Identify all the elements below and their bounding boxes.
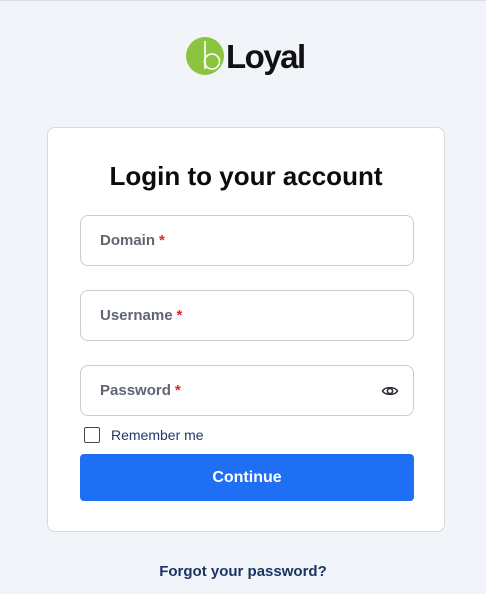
page-title: Login to your account — [109, 161, 383, 191]
username-field[interactable]: Username * — [80, 290, 414, 341]
logo-wordmark: Loyal — [226, 38, 306, 75]
eye-icon[interactable] — [381, 382, 399, 400]
domain-field[interactable]: Domain * — [80, 215, 414, 266]
required-asterisk: * — [159, 232, 165, 249]
logo-mark — [186, 37, 224, 75]
remember-me-label[interactable]: Remember me — [111, 427, 204, 444]
login-card: Login to your account Domain * Username * … — [47, 127, 445, 532]
domain-placeholder: Domain * — [100, 232, 165, 249]
continue-button[interactable]: Continue — [80, 454, 414, 501]
username-placeholder: Username * — [100, 307, 183, 324]
password-field[interactable]: Password * — [80, 365, 414, 416]
required-asterisk: * — [176, 307, 183, 324]
forgot-password-link[interactable]: Forgot your password? — [0, 562, 486, 582]
remember-me-checkbox[interactable] — [84, 427, 100, 443]
required-asterisk: * — [174, 382, 181, 399]
bloyal-logo: Loyal — [186, 37, 310, 81]
password-placeholder: Password * — [100, 382, 181, 399]
